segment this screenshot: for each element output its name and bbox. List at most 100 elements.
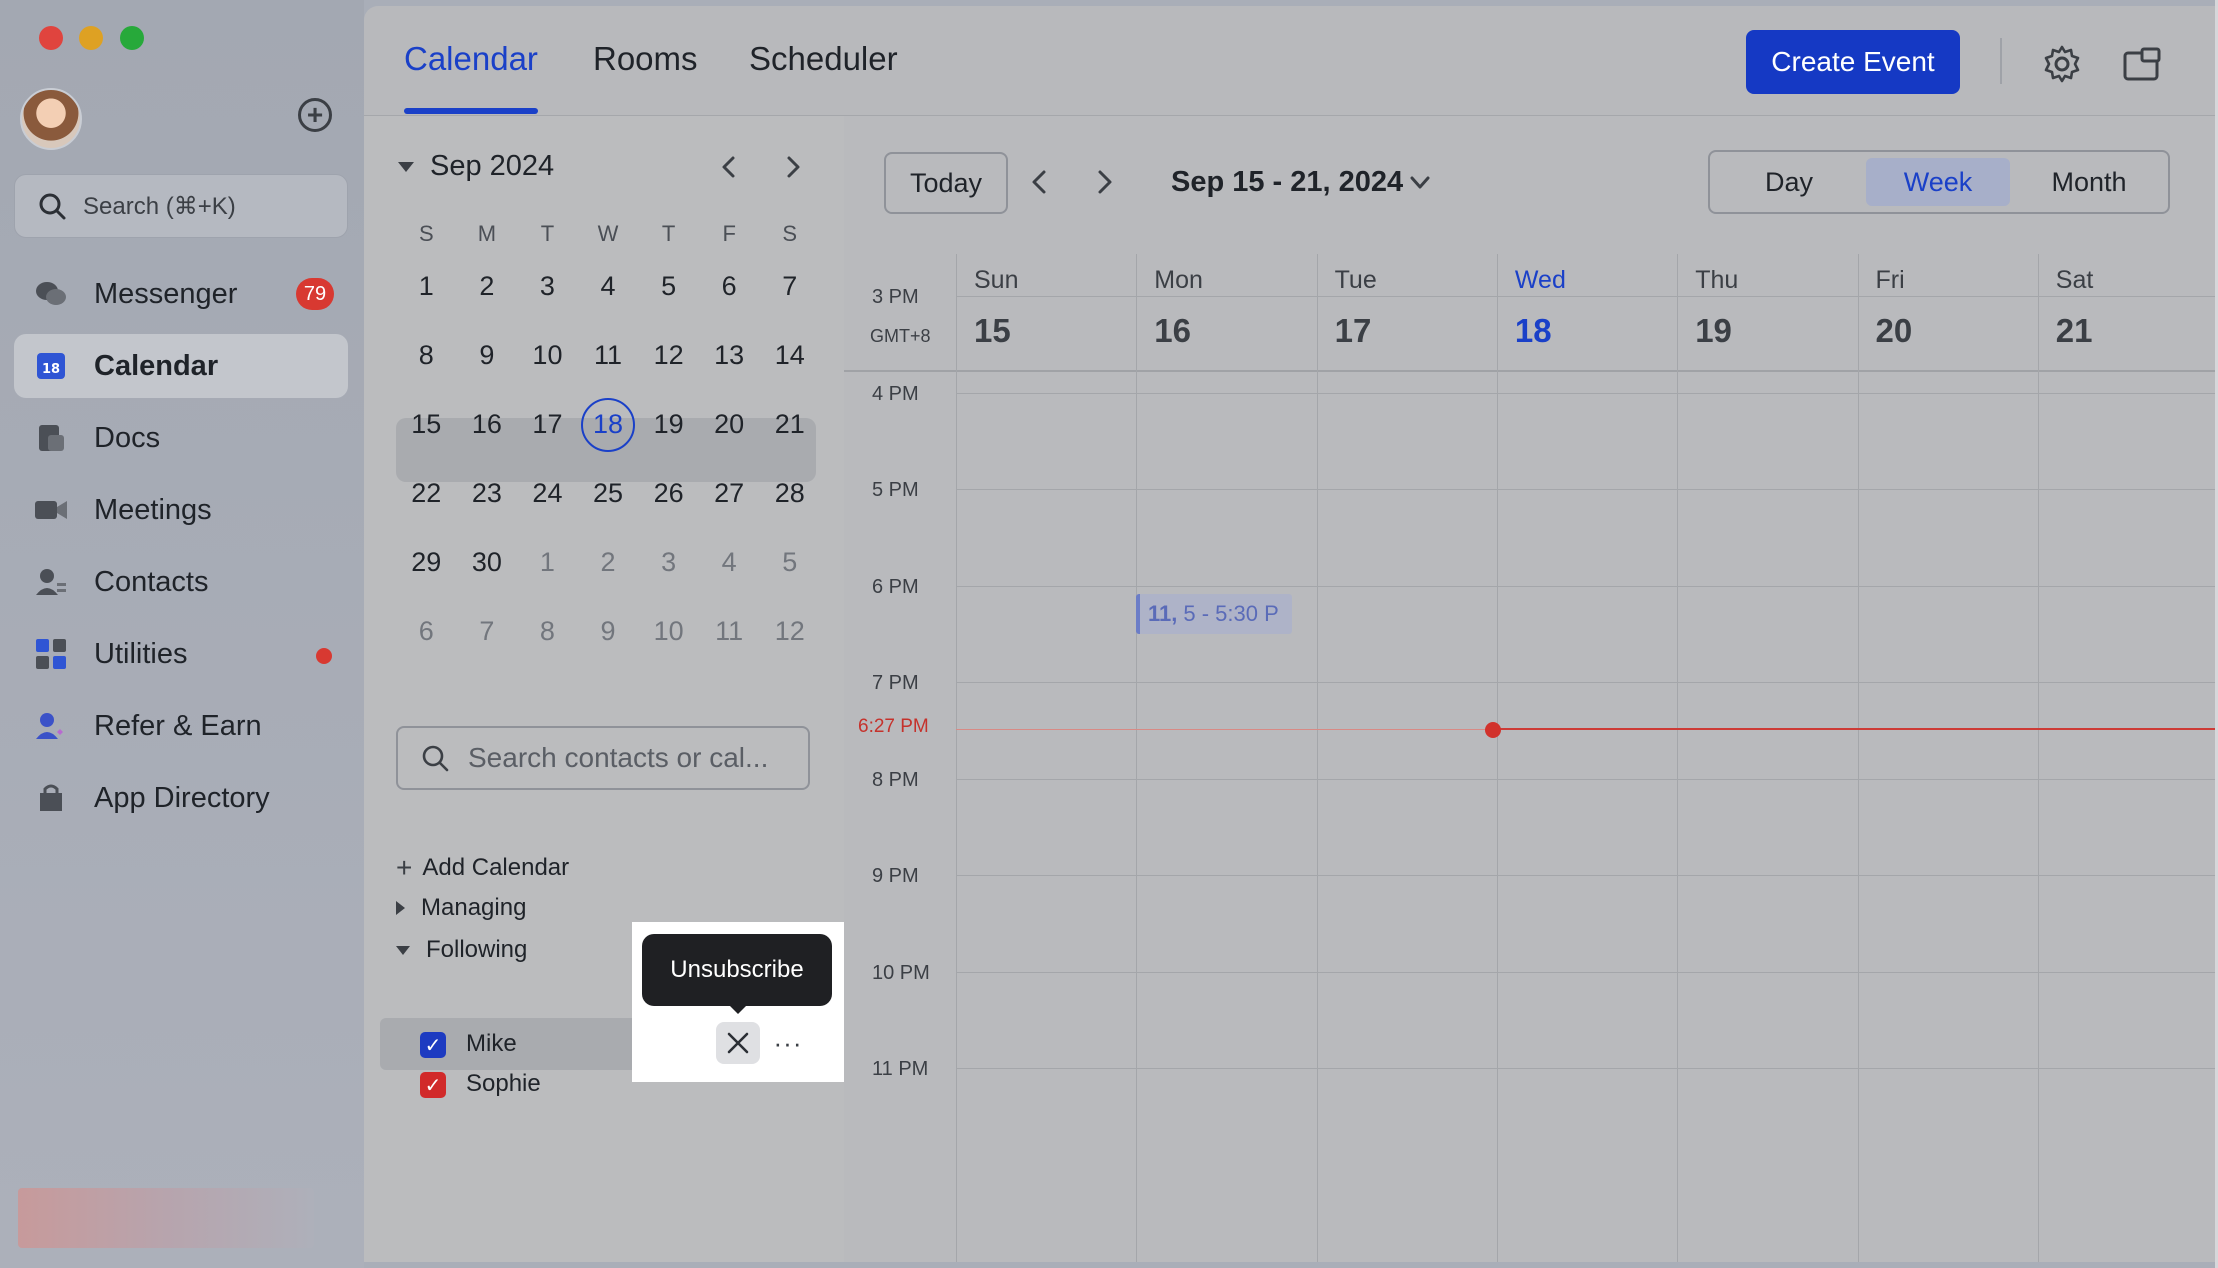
sidebar-item-calendar[interactable]: 18 Calendar: [14, 334, 348, 398]
sidebar-item-contacts[interactable]: Contacts: [14, 550, 348, 614]
calendar-search-input[interactable]: Search contacts or cal...: [396, 726, 810, 790]
sidebar-item-meetings[interactable]: Meetings: [14, 478, 348, 542]
mini-calendar-day[interactable]: 7: [759, 271, 820, 302]
mini-calendar-day[interactable]: 3: [638, 547, 699, 578]
chevron-left-icon[interactable]: [1024, 166, 1056, 198]
mini-calendar-day[interactable]: 10: [638, 616, 699, 647]
sidebar-item-app-directory[interactable]: App Directory: [14, 766, 348, 830]
day-number[interactable]: 17: [1335, 312, 1372, 350]
tab-scheduler[interactable]: Scheduler: [749, 40, 898, 78]
mini-calendar-day[interactable]: 11: [578, 340, 639, 371]
mini-calendar-day[interactable]: 13: [699, 340, 760, 371]
mini-calendar-day[interactable]: 10: [517, 340, 578, 371]
mini-calendar-day[interactable]: 5: [638, 271, 699, 302]
day-column-divider: [956, 254, 957, 1262]
day-number[interactable]: 15: [974, 312, 1011, 350]
collapse-caret-icon[interactable]: [398, 162, 414, 172]
video-camera-icon: [34, 493, 68, 527]
tab-rooms[interactable]: Rooms: [593, 40, 698, 78]
mini-calendar-grid: S M T W T F S 1 2 3 4 5 6 7 8 9 10 11 12 13 14 15 16 17 1…: [396, 216, 820, 666]
hour-gridline: [956, 1068, 2216, 1069]
mini-calendar-day[interactable]: 27: [699, 478, 760, 509]
add-circle-icon[interactable]: +: [298, 98, 332, 132]
mini-calendar-day[interactable]: 26: [638, 478, 699, 509]
mini-calendar-day[interactable]: 30: [457, 547, 518, 578]
mini-calendar-day[interactable]: 28: [759, 478, 820, 509]
search-icon: [422, 745, 449, 772]
more-options-button[interactable]: ···: [768, 1026, 808, 1060]
following-section-toggle[interactable]: Following: [396, 936, 527, 964]
mini-calendar-day[interactable]: 6: [699, 271, 760, 302]
mini-calendar-day[interactable]: 6: [396, 616, 457, 647]
mini-calendar-day[interactable]: 9: [457, 340, 518, 371]
mini-calendar-day[interactable]: 14: [759, 340, 820, 371]
mini-calendar-day[interactable]: 21: [759, 409, 820, 440]
docs-icon: [34, 421, 68, 455]
sidebar-item-utilities[interactable]: Utilities: [14, 622, 348, 686]
calendar-event[interactable]: 11, 5 - 5:30 P: [1136, 594, 1292, 634]
mini-calendar-day[interactable]: 17: [517, 409, 578, 440]
day-name: Tue: [1334, 266, 1377, 294]
mini-calendar-day[interactable]: 11: [699, 616, 760, 647]
mini-calendar-day[interactable]: 7: [457, 616, 518, 647]
sidebar-item-refer-earn[interactable]: Refer & Earn: [14, 694, 348, 758]
mini-calendar-day[interactable]: 3: [517, 271, 578, 302]
date-range-picker[interactable]: Sep 15 - 21, 2024: [1171, 166, 1403, 199]
day-number[interactable]: 18: [1515, 312, 1552, 350]
chat-bubbles-icon: [34, 277, 68, 311]
mini-calendar-day[interactable]: 4: [578, 271, 639, 302]
checkbox-sophie[interactable]: ✓: [420, 1072, 446, 1098]
day-column-divider: [1136, 254, 1138, 1262]
chevron-right-icon[interactable]: [1088, 166, 1120, 198]
view-month-button[interactable]: Month: [2014, 158, 2164, 206]
sidebar-item-messenger[interactable]: Messenger 79: [14, 262, 348, 326]
mini-calendar-day[interactable]: 15: [396, 409, 457, 440]
chevron-left-icon[interactable]: [714, 152, 744, 182]
mini-calendar-day[interactable]: 16: [457, 409, 518, 440]
day-number[interactable]: 16: [1154, 312, 1191, 350]
mini-calendar-day[interactable]: 19: [638, 409, 699, 440]
chevron-right-icon[interactable]: [778, 152, 808, 182]
mini-calendar-day[interactable]: 5: [759, 547, 820, 578]
mini-calendar-day[interactable]: 23: [457, 478, 518, 509]
checkbox-mike[interactable]: ✓: [420, 1032, 446, 1058]
view-week-button[interactable]: Week: [1866, 158, 2010, 206]
zoom-window-button[interactable]: [120, 26, 144, 50]
avatar[interactable]: [20, 88, 82, 150]
mini-calendar-day[interactable]: 1: [517, 547, 578, 578]
close-window-button[interactable]: [39, 26, 63, 50]
day-number[interactable]: 20: [1876, 312, 1913, 350]
view-day-button[interactable]: Day: [1716, 158, 1862, 206]
mini-calendar-day[interactable]: 8: [517, 616, 578, 647]
weekday-label: M: [477, 221, 497, 246]
mini-calendar-day[interactable]: 1: [396, 271, 457, 302]
mini-calendar-day[interactable]: 2: [578, 547, 639, 578]
tab-calendar[interactable]: Calendar: [404, 40, 538, 78]
mini-calendar-day[interactable]: 4: [699, 547, 760, 578]
day-number[interactable]: 19: [1695, 312, 1732, 350]
chevron-down-icon[interactable]: [1410, 176, 1430, 190]
mini-calendar-day[interactable]: 2: [457, 271, 518, 302]
mini-calendar-day[interactable]: 9: [578, 616, 639, 647]
add-calendar-button[interactable]: + Add Calendar: [396, 852, 569, 884]
day-number[interactable]: 21: [2056, 312, 2093, 350]
mini-calendar-day[interactable]: 29: [396, 547, 457, 578]
create-event-button[interactable]: Create Event: [1746, 30, 1960, 94]
mini-calendar-day[interactable]: 18: [578, 397, 639, 452]
mini-calendar-day[interactable]: 24: [517, 478, 578, 509]
global-search-input[interactable]: Search (⌘+K): [14, 174, 348, 238]
mini-calendar-day[interactable]: 20: [699, 409, 760, 440]
managing-section-toggle[interactable]: Managing: [396, 894, 526, 922]
managing-label: Managing: [421, 894, 527, 921]
mini-calendar-day[interactable]: 22: [396, 478, 457, 509]
mini-calendar-day[interactable]: 12: [759, 616, 820, 647]
mini-calendar-day[interactable]: 12: [638, 340, 699, 371]
minimize-window-button[interactable]: [79, 26, 103, 50]
popout-window-icon[interactable]: [2122, 44, 2162, 84]
gear-icon[interactable]: [2042, 44, 2082, 84]
unsubscribe-button[interactable]: [716, 1022, 760, 1064]
sidebar-item-docs[interactable]: Docs: [14, 406, 348, 470]
mini-calendar-day[interactable]: 8: [396, 340, 457, 371]
today-button[interactable]: Today: [884, 152, 1008, 214]
mini-calendar-day[interactable]: 25: [578, 478, 639, 509]
